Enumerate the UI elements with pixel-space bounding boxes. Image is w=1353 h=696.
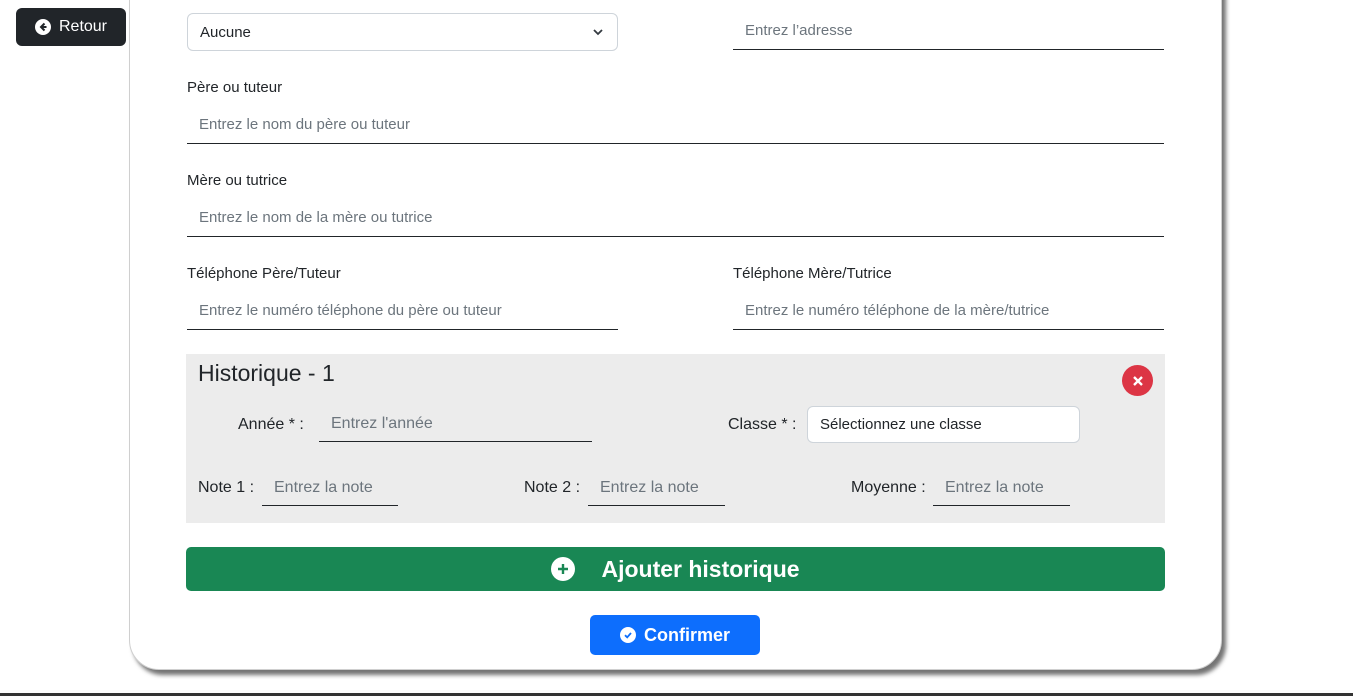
- check-circle-icon: [619, 627, 636, 643]
- year-label: Année * :: [238, 416, 304, 433]
- chevron-down-icon: [593, 29, 603, 36]
- confirm-label: Confirmer: [643, 624, 730, 645]
- confirm-button[interactable]: Confirmer: [590, 615, 760, 655]
- class-select-value: Sélectionnez une classe: [820, 416, 982, 433]
- note2-placeholder: Entrez la note: [600, 478, 699, 496]
- note2-input[interactable]: Entrez la note: [588, 470, 725, 506]
- back-button[interactable]: Retour: [16, 8, 126, 46]
- mother-phone-input[interactable]: Entrez le numéro téléphone de la mère/tu…: [733, 292, 1164, 330]
- history-title: Historique - 1: [198, 360, 335, 386]
- father-phone-input[interactable]: Entrez le numéro téléphone du père ou tu…: [187, 292, 618, 330]
- plus-circle-icon: [551, 557, 576, 581]
- note1-label: Note 1 :: [198, 479, 255, 496]
- add-history-button[interactable]: Ajouter historique: [186, 547, 1165, 591]
- back-button-label: Retour: [58, 18, 108, 35]
- remove-history-button[interactable]: [1122, 365, 1153, 396]
- address-placeholder: Entrez l’adresse: [745, 22, 853, 39]
- father-name-input[interactable]: Entrez le nom du père ou tuteur: [187, 106, 1164, 144]
- class-select[interactable]: Sélectionnez une classe: [807, 406, 1080, 443]
- father-phone-label: Téléphone Père/Tuteur: [187, 265, 341, 282]
- average-input[interactable]: Entrez la note: [933, 470, 1070, 506]
- arrow-left-circle-icon: [34, 19, 51, 35]
- close-icon: [1132, 375, 1143, 386]
- page: Retour Aucune Entrez l’adresse Père ou t…: [0, 0, 1353, 696]
- note1-input[interactable]: Entrez la note: [262, 470, 398, 506]
- father-phone-placeholder: Entrez le numéro téléphone du père ou tu…: [199, 302, 502, 319]
- father-name-placeholder: Entrez le nom du père ou tuteur: [199, 116, 410, 133]
- add-history-label: Ajouter historique: [601, 555, 800, 582]
- address-input[interactable]: Entrez l’adresse: [733, 12, 1164, 50]
- note2-label: Note 2 :: [524, 479, 581, 496]
- mother-label: Mère ou tutrice: [187, 172, 288, 189]
- class-label: Classe * :: [728, 416, 797, 433]
- note1-placeholder: Entrez la note: [274, 478, 373, 496]
- mother-phone-placeholder: Entrez le numéro téléphone de la mère/tu…: [745, 302, 1050, 319]
- mother-name-placeholder: Entrez le nom de la mère ou tutrice: [199, 209, 433, 226]
- history-section: Historique - 1 Année * : Entrez l'année …: [186, 354, 1165, 523]
- average-placeholder: Entrez la note: [945, 478, 1044, 496]
- average-label: Moyenne :: [851, 479, 926, 496]
- year-input[interactable]: Entrez l'année: [319, 406, 592, 442]
- mother-phone-label: Téléphone Mère/Tutrice: [733, 265, 892, 282]
- year-placeholder: Entrez l'année: [331, 414, 433, 432]
- status-select[interactable]: Aucune: [187, 13, 618, 51]
- status-select-value: Aucune: [200, 23, 251, 41]
- father-label: Père ou tuteur: [187, 79, 283, 96]
- mother-name-input[interactable]: Entrez le nom de la mère ou tutrice: [187, 199, 1164, 237]
